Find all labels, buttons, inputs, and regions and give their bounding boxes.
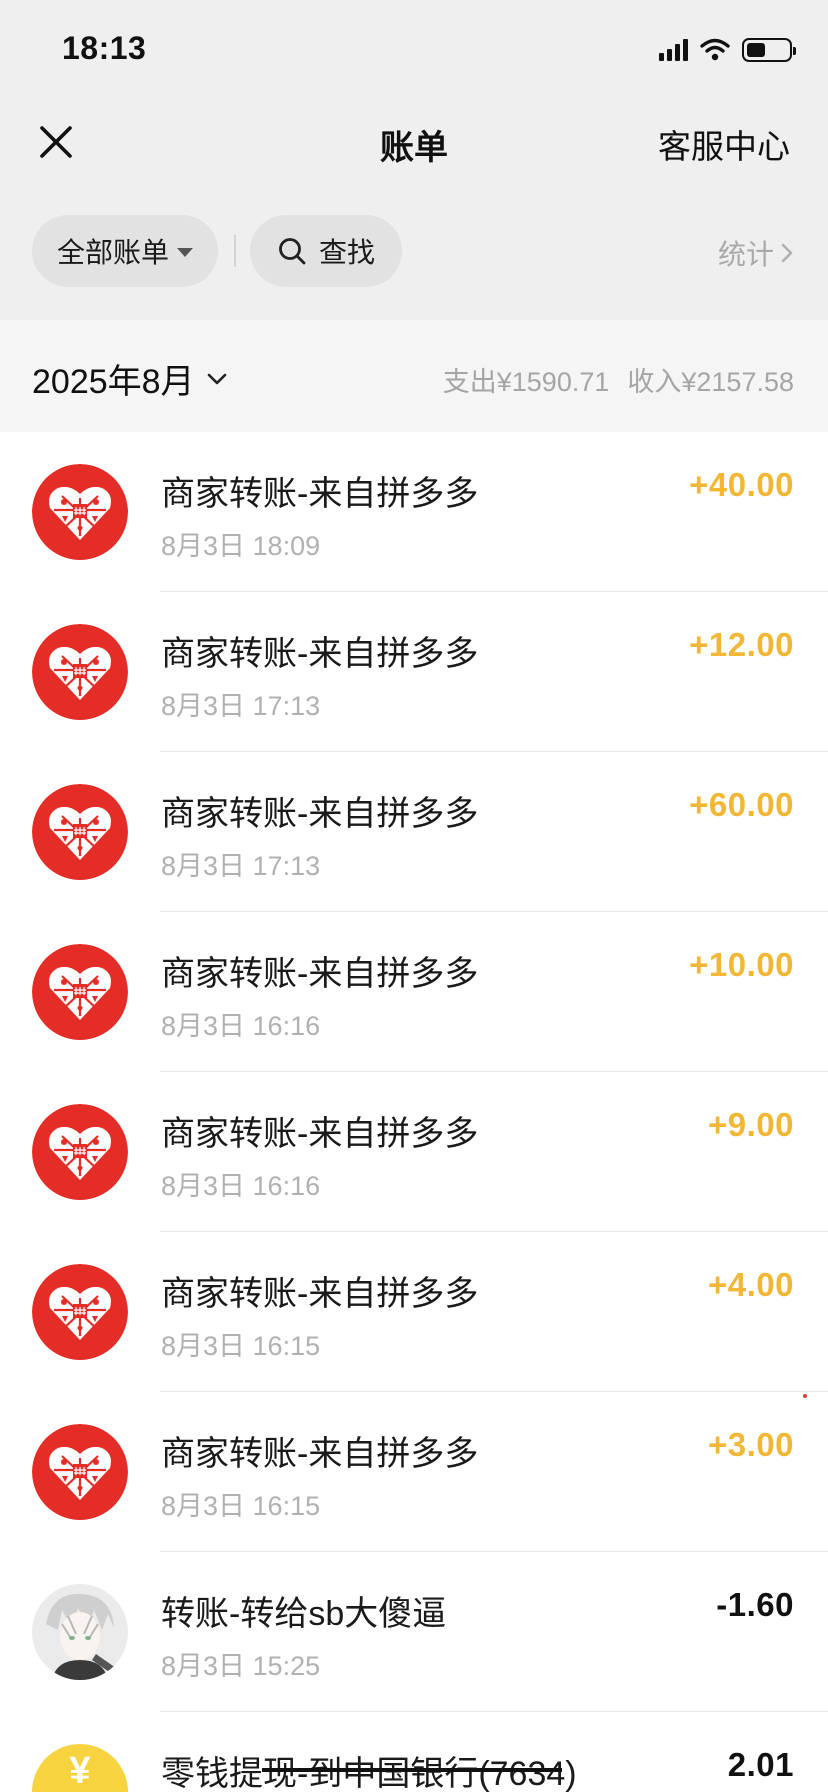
- close-icon: [40, 126, 72, 158]
- battery-icon: [742, 38, 796, 62]
- transaction-amount: +9.00: [708, 1106, 794, 1143]
- chevron-down-icon: [207, 373, 226, 384]
- yuan-coin-icon: ¥: [32, 1744, 128, 1792]
- transaction-time: 8月3日 16:16: [161, 1011, 321, 1041]
- transaction-row[interactable]: 商家转账-来自拼多多 8月3日 18:09 +40.00: [0, 432, 828, 592]
- search-icon: [279, 238, 306, 265]
- notification-dot: [803, 1394, 807, 1398]
- header-area: 18:13 账单 客服中心 全部账单 查找 统计: [0, 0, 828, 320]
- pinduoduo-logo-icon: [32, 1424, 128, 1520]
- transaction-amount: 2.01: [727, 1746, 794, 1783]
- user-avatar-icon: [32, 1584, 128, 1680]
- pinduoduo-logo-icon: [32, 1104, 128, 1200]
- close-button[interactable]: [32, 118, 80, 166]
- transaction-time: 8月3日 17:13: [161, 851, 321, 881]
- pinduoduo-logo-icon: [32, 784, 128, 880]
- transaction-title: 商家转账-来自拼多多: [161, 1115, 479, 1153]
- all-bills-label: 全部账单: [56, 237, 169, 268]
- redaction-strike: [262, 1768, 562, 1772]
- month-expense: 支出¥1590.71: [442, 367, 610, 397]
- transaction-amount: +60.00: [689, 786, 794, 823]
- transaction-time: 8月3日 17:13: [161, 691, 321, 721]
- customer-service-link[interactable]: 客服中心: [658, 120, 790, 168]
- transaction-row[interactable]: 商家转账-来自拼多多 8月3日 17:13 +12.00: [0, 592, 828, 752]
- transaction-time: 8月3日 16:15: [161, 1491, 321, 1521]
- stats-link[interactable]: 统计: [718, 233, 794, 273]
- transaction-amount: +3.00: [708, 1426, 794, 1463]
- wifi-icon: [700, 38, 730, 61]
- transaction-time: 8月3日 15:25: [161, 1651, 321, 1681]
- transaction-title: 商家转账-来自拼多多: [161, 1435, 479, 1473]
- transaction-title: 商家转账-来自拼多多: [161, 955, 479, 993]
- transaction-title: 商家转账-来自拼多多: [161, 635, 479, 673]
- transaction-row[interactable]: ¥ 零钱提现-到中国银行(7634) 2.01: [0, 1712, 828, 1792]
- month-label: 2025年8月: [32, 363, 195, 401]
- pinduoduo-logo-icon: [32, 944, 128, 1040]
- all-bills-dropdown[interactable]: 全部账单: [32, 215, 218, 287]
- transaction-row[interactable]: 商家转账-来自拼多多 8月3日 16:15 +3.00: [0, 1392, 828, 1552]
- transaction-time: 8月3日 18:09: [161, 531, 321, 561]
- transaction-amount: +40.00: [689, 466, 794, 503]
- transaction-amount: +12.00: [689, 626, 794, 663]
- filter-divider: [234, 235, 236, 267]
- pinduoduo-logo-icon: [32, 464, 128, 560]
- search-label: 查找: [318, 237, 375, 268]
- month-totals: 支出¥1590.71 收入¥2157.58: [443, 360, 794, 399]
- transaction-row[interactable]: 商家转账-来自拼多多 8月3日 16:15 +4.00: [0, 1232, 828, 1392]
- pinduoduo-logo-icon: [32, 624, 128, 720]
- status-bar: 18:13: [0, 0, 828, 100]
- transaction-amount: +10.00: [689, 946, 794, 983]
- transaction-title: 商家转账-来自拼多多: [161, 1275, 479, 1313]
- month-picker[interactable]: 2025年8月: [32, 354, 229, 403]
- cellular-signal-icon: [659, 39, 688, 61]
- status-icons: [659, 36, 796, 64]
- nav-bar: 账单 客服中心: [0, 100, 828, 180]
- transaction-row[interactable]: 商家转账-来自拼多多 8月3日 16:16 +10.00: [0, 912, 828, 1072]
- transaction-title: 转账-转给sb大傻逼: [161, 1595, 447, 1633]
- pinduoduo-logo-icon: [32, 1264, 128, 1360]
- month-summary-bar: 2025年8月 支出¥1590.71 收入¥2157.58: [0, 320, 828, 432]
- transaction-time: 8月3日 16:15: [161, 1331, 321, 1361]
- search-button[interactable]: 查找: [250, 215, 402, 287]
- stats-label: 统计: [717, 239, 774, 270]
- transaction-row[interactable]: 商家转账-来自拼多多 8月3日 16:16 +9.00: [0, 1072, 828, 1232]
- status-time: 18:13: [62, 30, 147, 66]
- caret-down-icon: [177, 247, 193, 257]
- transaction-list: 商家转账-来自拼多多 8月3日 18:09 +40.00 商家转账-来自拼多多 …: [0, 432, 828, 1792]
- transaction-title: 商家转账-来自拼多多: [161, 795, 479, 833]
- transaction-row[interactable]: 商家转账-来自拼多多 8月3日 17:13 +60.00: [0, 752, 828, 912]
- transaction-amount: -1.60: [716, 1586, 794, 1623]
- filter-bar: 全部账单 查找 统计: [0, 215, 828, 287]
- transaction-time: 8月3日 16:16: [161, 1171, 321, 1201]
- transaction-title: 商家转账-来自拼多多: [161, 475, 479, 513]
- transaction-row[interactable]: 转账-转给sb大傻逼 8月3日 15:25 -1.60: [0, 1552, 828, 1712]
- chevron-right-icon: [781, 243, 793, 263]
- month-income: 收入¥2157.58: [627, 367, 794, 397]
- transaction-amount: +4.00: [708, 1266, 794, 1303]
